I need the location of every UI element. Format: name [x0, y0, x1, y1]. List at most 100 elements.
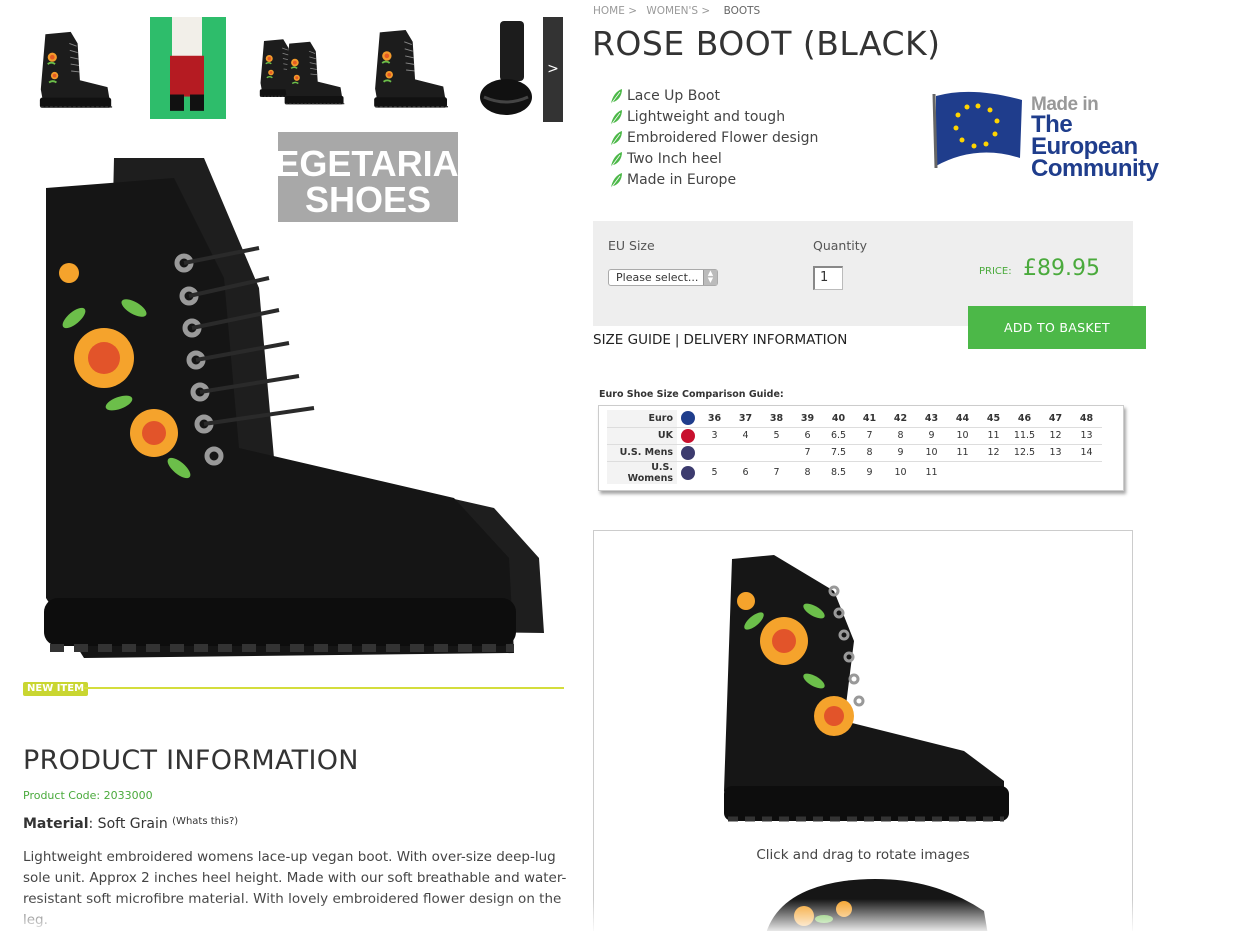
- size-guide-link[interactable]: SIZE GUIDE: [593, 332, 671, 348]
- size-guide-cell: 3: [699, 426, 730, 444]
- size-guide-flag-cell: [677, 443, 699, 461]
- size-guide-cell: 10: [885, 460, 916, 484]
- thumbnail-1[interactable]: [24, 17, 124, 119]
- size-guide-cell: 5: [761, 426, 792, 444]
- size-guide-cell: 5: [699, 460, 730, 484]
- size-guide-cell: 11: [978, 426, 1009, 444]
- material-value: : Soft Grain: [88, 816, 168, 832]
- leaf-icon: [610, 130, 623, 147]
- rotate-boot-image[interactable]: [704, 551, 1034, 841]
- size-guide-row: UK 3 4 5 6 6.5 7 8 9 10 11 11.5 12 13: [607, 426, 1102, 444]
- breadcrumb: HOME > WOMEN'S > BOOTS: [593, 5, 766, 17]
- leaf-icon: [610, 88, 623, 105]
- size-guide-cell: 6: [730, 460, 761, 484]
- delivery-info-link[interactable]: DELIVERY INFORMATION: [683, 332, 847, 348]
- flag-icon: [681, 428, 695, 443]
- size-guide-row-label: UK: [607, 426, 677, 444]
- thumbnail-4[interactable]: [360, 17, 460, 119]
- eu-flag-icon: [932, 91, 1022, 169]
- select-arrows-icon: ▲ ▼: [703, 270, 717, 285]
- breadcrumb-current[interactable]: BOOTS: [724, 5, 761, 17]
- size-guide-cell: 11.5: [1009, 426, 1040, 444]
- price-label: PRICE:: [979, 266, 1012, 277]
- price-value: £89.95: [1023, 256, 1100, 281]
- size-select[interactable]: Please select... ▲ ▼: [608, 269, 718, 286]
- rotate-caption: Click and drag to rotate images: [756, 847, 970, 863]
- size-guide-cell: 8: [854, 443, 885, 461]
- material-label: Material: [23, 816, 89, 832]
- leaf-icon: [610, 109, 623, 126]
- size-guide-flag-cell: [677, 460, 699, 484]
- thumbnail-2[interactable]: [150, 17, 226, 119]
- size-guide-cell: 7.5: [823, 443, 854, 461]
- quantity-label: Quantity: [813, 238, 868, 253]
- thumbnail-5[interactable]: [470, 17, 542, 119]
- whats-this-link[interactable]: (Whats this?): [172, 816, 238, 827]
- size-guide-table: Euro 36 37 38 39 40 41 42 43 44 45 46 47 48 UK 3 4 5 6 6.5 7…: [607, 410, 1102, 484]
- size-guide-cell: 11: [947, 443, 978, 461]
- product-info-heading: PRODUCT INFORMATION: [23, 745, 359, 776]
- thumbnail-3[interactable]: [250, 17, 350, 119]
- size-guide-cell: 6: [792, 426, 823, 444]
- size-guide-row-label: U.S. Mens: [607, 443, 677, 461]
- size-guide-cell: 12: [978, 443, 1009, 461]
- size-guide-cell: 4: [730, 426, 761, 444]
- size-guide-cell: [1040, 460, 1071, 484]
- product-code: Product Code: 2033000: [23, 789, 153, 802]
- eu-badge-community: The European Community: [1031, 111, 1159, 182]
- size-guide-row: Euro 36 37 38 39 40 41 42 43 44 45 46 47 48: [607, 410, 1102, 427]
- size-guide-cell: 44: [955, 412, 970, 424]
- thumbnail-strip: >: [24, 17, 564, 122]
- size-guide-cell: 43: [924, 412, 939, 424]
- size-guide-cell: 13: [1040, 443, 1071, 461]
- size-guide-cell: 8: [792, 460, 823, 484]
- size-guide-cell: 37: [738, 412, 753, 424]
- size-guide-cell: 9: [885, 443, 916, 461]
- thumbnail-next-arrow[interactable]: >: [543, 17, 563, 122]
- watermark-line2: SHOES: [305, 179, 431, 220]
- info-links: SIZE GUIDE | DELIVERY INFORMATION: [593, 332, 847, 348]
- product-title: ROSE BOOT (BLACK): [592, 24, 941, 63]
- size-guide-cell: [1071, 460, 1102, 484]
- size-guide-cell: 47: [1048, 412, 1063, 424]
- watermark-line1: VEGETARIAN: [251, 143, 484, 184]
- bottom-fade: [0, 899, 1241, 931]
- size-guide-cell: 11: [916, 460, 947, 484]
- feature-item: Embroidered Flower design: [610, 128, 818, 149]
- size-guide-cell: 39: [800, 412, 815, 424]
- new-item-badge: NEW ITEM: [23, 682, 89, 696]
- feature-list: Lace Up Boot Lightweight and tough Embro…: [610, 86, 818, 191]
- feature-item: Lightweight and tough: [610, 107, 818, 128]
- leaf-icon: [610, 172, 623, 189]
- size-guide-flag-cell: [677, 410, 699, 427]
- size-guide-cell: 10: [947, 426, 978, 444]
- add-to-basket-button[interactable]: ADD TO BASKET: [968, 306, 1146, 349]
- size-guide-cell: 7: [854, 426, 885, 444]
- quantity-input[interactable]: 1: [813, 266, 843, 290]
- size-guide-cell: 40: [831, 412, 846, 424]
- rotate-image-viewer[interactable]: Click and drag to rotate images: [593, 530, 1133, 931]
- feature-item: Two Inch heel: [610, 149, 818, 170]
- main-product-image[interactable]: VEGETARIAN SHOES: [24, 128, 564, 678]
- size-guide-row-label: U.S. Womens: [607, 460, 677, 484]
- link-separator: |: [674, 332, 680, 348]
- made-in-eu-badge: Made in The European Community: [932, 88, 1177, 181]
- size-comparison-guide: Euro Shoe Size Comparison Guide: Euro 36 3…: [596, 389, 1128, 496]
- size-guide-cell: 12: [1040, 426, 1071, 444]
- flag-icon: [681, 445, 695, 460]
- flag-icon: [681, 411, 695, 426]
- size-label: EU Size: [608, 238, 655, 253]
- size-guide-cell: 41: [862, 412, 877, 424]
- size-guide-flag-cell: [677, 426, 699, 444]
- size-guide-cell: 7: [792, 443, 823, 461]
- leaf-icon: [610, 151, 623, 168]
- breadcrumb-womens[interactable]: WOMEN'S >: [646, 5, 710, 17]
- size-guide-cell: 10: [916, 443, 947, 461]
- size-guide-cell: 14: [1071, 443, 1102, 461]
- new-item-banner: NEW ITEM: [23, 682, 564, 696]
- size-guide-cell: [947, 460, 978, 484]
- size-guide-row: U.S. Womens 5 6 7 8 8.5 9 10 11: [607, 460, 1102, 484]
- size-guide-cell: [978, 460, 1009, 484]
- breadcrumb-home[interactable]: HOME >: [593, 5, 637, 17]
- size-guide-cell: [699, 443, 730, 461]
